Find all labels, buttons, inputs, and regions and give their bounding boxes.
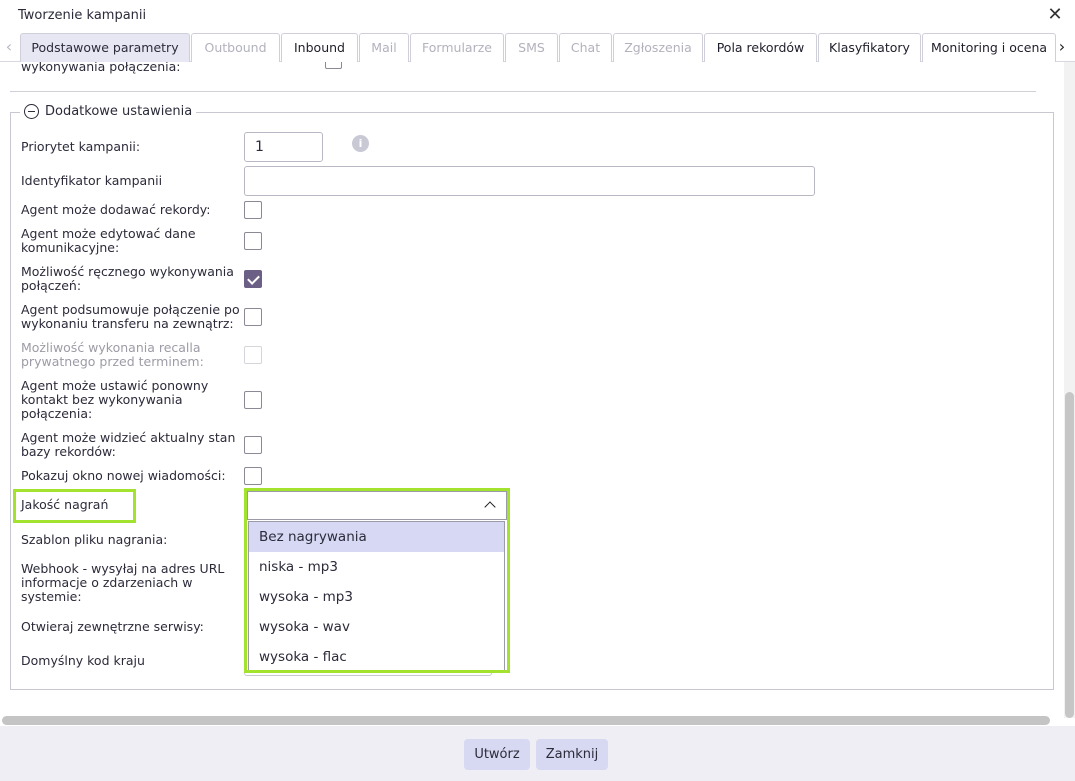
tab-outbound[interactable]: Outbound [191,33,280,62]
dialog-titlebar: Tworzenie kampanii ✕ [0,0,1075,32]
recording-dropdown-highlight [244,488,510,673]
tab-forms[interactable]: Formularze [410,33,504,62]
previous-section-label: wykonywania połączenia: [21,62,181,74]
recording-template-label: Szablon pliku nagrania: [21,532,168,547]
priority-input[interactable] [244,132,323,162]
dialog-footer: Utwórz Zamknij [0,726,1075,781]
checkbox-label-add-records: Agent może dodawać rekordy: [21,202,211,217]
form-content: wykonywania połączenia: Dodatkowe ustawi… [0,62,1064,718]
tabs-scroll-right-icon[interactable]: › [1055,37,1069,57]
vertical-scrollbar-thumb[interactable] [1065,392,1074,718]
checkbox-label-recontact-without-call: Agent może ustawić ponowny kontakt bez w… [21,378,209,421]
tab-sms[interactable]: SMS [505,33,558,62]
previous-section-checkbox[interactable] [325,62,342,69]
horizontal-scrollbar[interactable] [0,716,1064,725]
tab-monitoring[interactable]: Monitoring i ocena [922,33,1056,62]
default-country-code-label: Domyślny kod kraju [21,653,145,668]
tabs-scroll-left-icon[interactable]: ‹ [2,37,16,57]
checkbox-label-manual-calls: Możliwość ręcznego wykonywania połączeń: [21,264,234,293]
tab-inbound[interactable]: Inbound [281,33,358,62]
checkbox-private-recall[interactable] [244,346,262,364]
checkbox-edit-contact-data[interactable] [244,232,262,250]
checkbox-label-new-message-window: Pokazuj okno nowej wiadomości: [21,468,226,483]
checkbox-manual-calls[interactable] [244,270,262,288]
checkbox-recontact-without-call[interactable] [244,391,262,409]
tab-classifiers[interactable]: Klasyfikatory [818,33,921,62]
campaign-identifier-input[interactable] [244,166,815,196]
horizontal-scrollbar-thumb[interactable] [2,716,1050,725]
webhook-label: Webhook - wysyłaj na adres URL informacj… [21,561,225,604]
create-campaign-dialog: Tworzenie kampanii ✕ ‹ Podstawowe parame… [0,0,1075,781]
checkbox-label-edit-contact-data: Agent może edytować dane komunikacyjne: [21,226,196,255]
checkbox-label-view-database-state: Agent może widzieć aktualny stan bazy re… [21,430,236,459]
tab-tickets[interactable]: Zgłoszenia [613,33,703,62]
checkbox-label-private-recall: Możliwość wykonania recalla prywatnego p… [21,340,204,369]
recording-quality-label: Jakość nagrań [21,497,109,512]
priority-label: Priorytet kampanii: [21,139,141,154]
tab-mail[interactable]: Mail [359,33,409,62]
section-divider [10,91,1036,92]
checkbox-new-message-window[interactable] [244,467,262,485]
campaign-identifier-label: Identyfikator kampanii [21,173,163,188]
checkbox-label-summarize-transfer: Agent podsumowuje połączenie po wykonani… [21,302,240,331]
vertical-scrollbar[interactable] [1064,62,1075,718]
checkbox-add-records[interactable] [244,201,262,219]
tab-basic-parameters[interactable]: Podstawowe parametry [20,33,190,62]
tab-record-fields[interactable]: Pola rekordów [704,33,817,62]
tab-chat[interactable]: Chat [559,33,612,62]
close-icon[interactable]: ✕ [1045,5,1065,25]
close-button[interactable]: Zamknij [536,739,608,770]
tab-bar: ‹ Podstawowe parametry Outbound Inbound … [0,33,1075,62]
create-button[interactable]: Utwórz [464,739,530,770]
checkbox-view-database-state[interactable] [244,436,262,454]
legend-title: Dodatkowe ustawienia [45,103,193,119]
additional-settings-legend[interactable]: Dodatkowe ustawienia [20,102,197,120]
checkbox-summarize-transfer[interactable] [244,308,262,326]
dialog-title: Tworzenie kampanii [18,8,147,23]
info-icon[interactable]: i [352,135,369,152]
external-services-label: Otwieraj zewnętrzne serwisy: [21,619,204,634]
collapse-minus-icon[interactable] [24,103,39,119]
